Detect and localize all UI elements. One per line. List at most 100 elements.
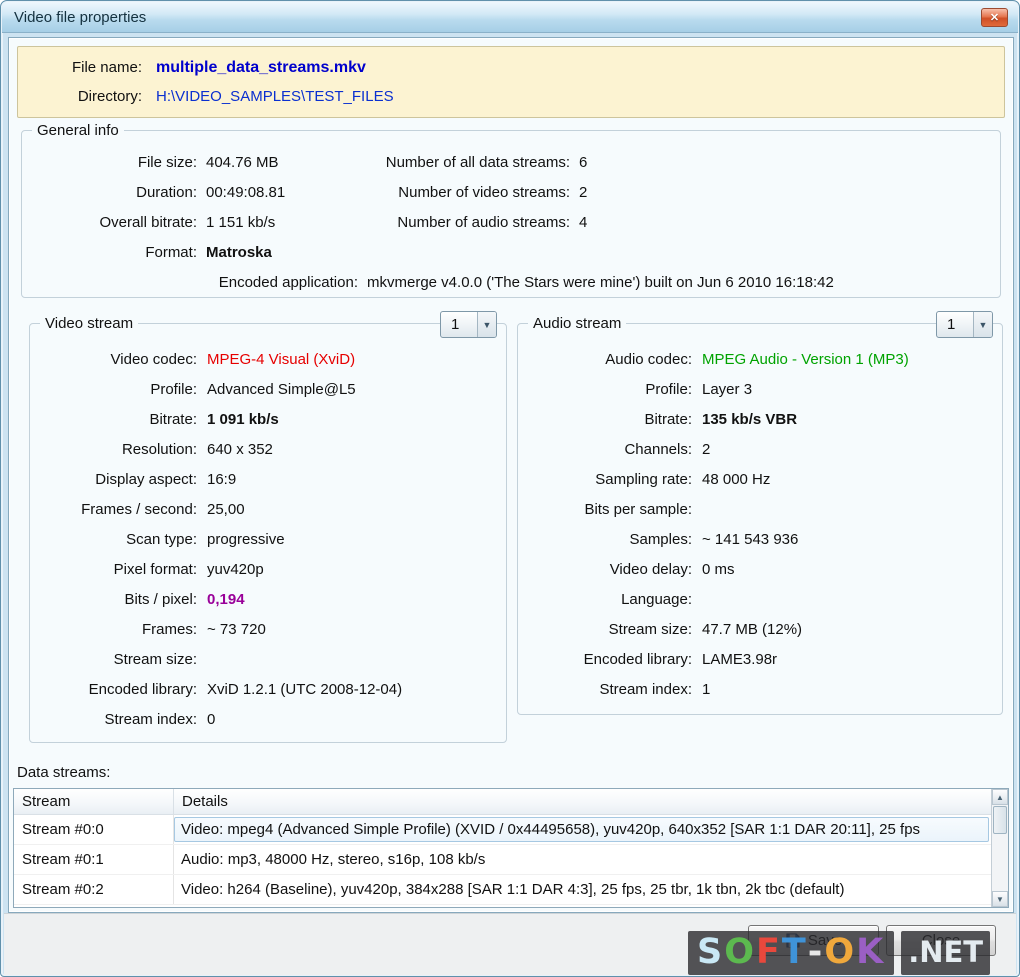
audio-stream-selector[interactable]: 1 ▼ bbox=[936, 311, 993, 338]
row-value: 2 bbox=[702, 440, 711, 458]
row-label: Scan type: bbox=[126, 530, 197, 548]
scroll-up-button[interactable]: ▲ bbox=[992, 789, 1008, 805]
row-label: File size: bbox=[137, 153, 197, 171]
row-label: Video codec: bbox=[110, 350, 197, 368]
row-value: 0,194 bbox=[207, 590, 245, 608]
video-stream-selector[interactable]: 1 ▼ bbox=[440, 311, 497, 338]
column-header-stream[interactable]: Stream bbox=[14, 789, 174, 814]
details-cell: Audio: mp3, 48000 Hz, stereo, s16p, 108 … bbox=[181, 851, 486, 868]
row-value: 640 x 352 bbox=[207, 440, 273, 458]
row-label: Channels: bbox=[624, 440, 692, 458]
video-stream-group: Video stream 1 ▼ Video codec: MPEG-4 Vis… bbox=[29, 311, 507, 743]
table-row[interactable]: Stream #0:2 Video: h264 (Baseline), yuv4… bbox=[14, 875, 991, 905]
row-value: Matroska bbox=[206, 243, 272, 261]
row-value: progressive bbox=[207, 530, 285, 548]
general-row-file-size: File size: 404.76 MB Number of all data … bbox=[22, 147, 1000, 177]
row-label: Frames / second: bbox=[81, 500, 197, 518]
scrollbar-thumb[interactable] bbox=[993, 806, 1007, 834]
row-label: Samples: bbox=[629, 530, 692, 548]
row-value: 404.76 MB bbox=[206, 153, 279, 171]
chevron-down-icon: ▼ bbox=[477, 312, 496, 337]
close-icon: ✕ bbox=[989, 12, 1000, 24]
row-label: Profile: bbox=[150, 380, 197, 398]
row-value: 0 bbox=[207, 710, 216, 728]
row-label: Language: bbox=[621, 590, 692, 608]
table-row[interactable]: Stream #0:0 Video: mpeg4 (Advanced Simpl… bbox=[14, 815, 991, 845]
row-label: Stream index: bbox=[104, 710, 197, 728]
file-name-label: File name: bbox=[71, 59, 142, 76]
row-value: 1 091 kb/s bbox=[207, 410, 279, 428]
row-label: Stream size: bbox=[113, 650, 197, 668]
row-value: 1 bbox=[702, 680, 711, 698]
video-row-profile: Profile: Advanced Simple@L5 bbox=[30, 374, 506, 404]
save-button[interactable]: Save bbox=[748, 925, 879, 956]
row-label: Stream index: bbox=[599, 680, 692, 698]
audio-row-samples: Samples: ~ 141 543 936 bbox=[518, 524, 1002, 554]
stream-cell: Stream #0:1 bbox=[14, 845, 174, 874]
row-label: Bitrate: bbox=[644, 410, 692, 428]
video-file-properties-window: Video file properties ✕ File name: multi… bbox=[0, 0, 1020, 977]
row-value: mkvmerge v4.0.0 ('The Stars were mine') … bbox=[367, 273, 834, 291]
audio-stream-group-title: Audio stream bbox=[528, 314, 627, 333]
video-row-encoded-library: Encoded library: XviD 1.2.1 (UTC 2008-12… bbox=[30, 674, 506, 704]
video-row-stream-index: Stream index: 0 bbox=[30, 704, 506, 734]
row-value: 48 000 Hz bbox=[702, 470, 771, 488]
video-row-bitrate: Bitrate: 1 091 kb/s bbox=[30, 404, 506, 434]
directory-value: H:\VIDEO_SAMPLES\TEST_FILES bbox=[156, 88, 394, 105]
scroll-down-button[interactable]: ▼ bbox=[992, 891, 1008, 907]
video-row-display-aspect: Display aspect: 16:9 bbox=[30, 464, 506, 494]
row-value: 6 bbox=[579, 153, 588, 171]
row-value: 4 bbox=[579, 213, 588, 231]
row-value: 25,00 bbox=[207, 500, 245, 518]
row-label: Duration: bbox=[136, 183, 197, 201]
video-row-resolution: Resolution: 640 x 352 bbox=[30, 434, 506, 464]
scroll-down-icon: ▼ bbox=[996, 894, 1004, 904]
audio-row-language: Language: bbox=[518, 584, 1002, 614]
close-dialog-button[interactable]: Close bbox=[886, 925, 996, 956]
row-label: Bitrate: bbox=[149, 410, 197, 428]
row-label: Bits / pixel: bbox=[124, 590, 197, 608]
row-label: Format: bbox=[145, 243, 197, 261]
save-button-label: Save bbox=[807, 932, 843, 949]
directory-row: Directory: H:\VIDEO_SAMPLES\TEST_FILES bbox=[18, 87, 1004, 107]
general-info-group: General info File size: 404.76 MB Number… bbox=[21, 121, 1001, 298]
file-info-panel: File name: multiple_data_streams.mkv Dir… bbox=[17, 46, 1005, 118]
row-value: Advanced Simple@L5 bbox=[207, 380, 356, 398]
row-label: Bits per sample: bbox=[584, 500, 692, 518]
row-label: Sampling rate: bbox=[595, 470, 692, 488]
stream-cell: Stream #0:0 bbox=[14, 815, 174, 844]
row-value: yuv420p bbox=[207, 560, 264, 578]
row-value: MPEG Audio - Version 1 (MP3) bbox=[702, 350, 909, 368]
video-row-codec: Video codec: MPEG-4 Visual (XviD) bbox=[30, 344, 506, 374]
row-value: ~ 141 543 936 bbox=[702, 530, 799, 548]
row-label: Encoded application: bbox=[218, 273, 358, 291]
row-label: Video delay: bbox=[609, 560, 692, 578]
video-row-pixel-format: Pixel format: yuv420p bbox=[30, 554, 506, 584]
column-header-details[interactable]: Details bbox=[174, 789, 991, 814]
row-label: Pixel format: bbox=[113, 560, 197, 578]
audio-row-bits-per-sample: Bits per sample: bbox=[518, 494, 1002, 524]
table-row[interactable]: Stream #0:1 Audio: mp3, 48000 Hz, stereo… bbox=[14, 845, 991, 875]
row-label: Number of audio streams: bbox=[397, 213, 570, 231]
general-info-group-title: General info bbox=[32, 121, 124, 140]
row-label: Resolution: bbox=[121, 440, 197, 458]
audio-row-profile: Profile: Layer 3 bbox=[518, 374, 1002, 404]
video-row-frames-per-second: Frames / second: 25,00 bbox=[30, 494, 506, 524]
video-stream-group-title: Video stream bbox=[40, 314, 139, 333]
row-label: Encoded library: bbox=[88, 680, 197, 698]
row-label: Frames: bbox=[141, 620, 197, 638]
close-button[interactable]: ✕ bbox=[981, 8, 1008, 27]
titlebar[interactable]: Video file properties ✕ bbox=[2, 2, 1018, 33]
audio-row-stream-index: Stream index: 1 bbox=[518, 674, 1002, 704]
row-label: Stream size: bbox=[608, 620, 692, 638]
audio-row-video-delay: Video delay: 0 ms bbox=[518, 554, 1002, 584]
general-row-bitrate: Overall bitrate: 1 151 kb/s Number of au… bbox=[22, 207, 1000, 237]
video-row-scan-type: Scan type: progressive bbox=[30, 524, 506, 554]
table-scrollbar[interactable]: ▲ ▼ bbox=[991, 789, 1008, 907]
row-value: XviD 1.2.1 (UTC 2008-12-04) bbox=[207, 680, 403, 698]
row-value: LAME3.98r bbox=[702, 650, 778, 668]
file-name-value: multiple_data_streams.mkv bbox=[156, 58, 366, 76]
video-row-frames: Frames: ~ 73 720 bbox=[30, 614, 506, 644]
row-label: Overall bitrate: bbox=[99, 213, 197, 231]
video-row-bits-per-pixel: Bits / pixel: 0,194 bbox=[30, 584, 506, 614]
